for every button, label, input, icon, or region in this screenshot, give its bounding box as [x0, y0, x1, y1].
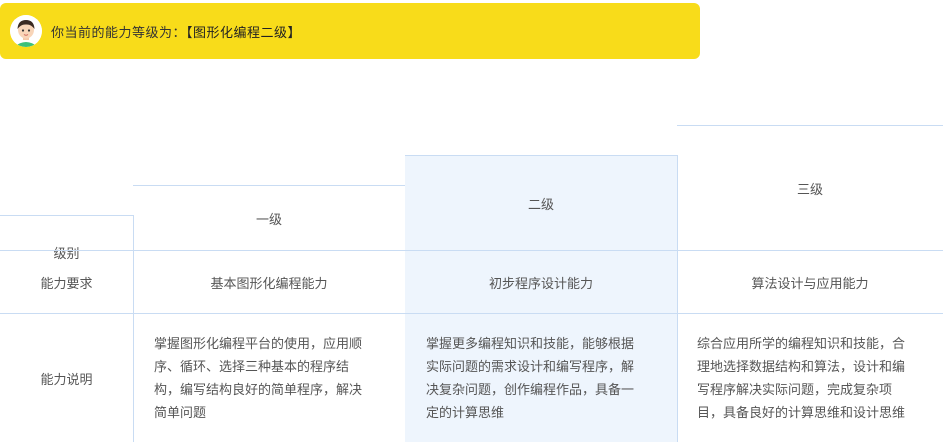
column-header-label: 三级: [796, 183, 823, 198]
current-level: 【图形化编程二级】: [186, 25, 302, 41]
description-line: 构，编写结构良好的简单程序，解决: [154, 383, 363, 398]
description-line: 定的计算思维: [426, 406, 505, 421]
column-header-label: 二级: [527, 198, 554, 213]
requirement-level-3: 算法设计与应用能力: [677, 250, 943, 314]
level-banner: 你当前的能力等级为：【图形化编程二级】: [0, 3, 700, 59]
requirement-text: 初步程序设计能力: [488, 277, 593, 292]
column-header-level-2: 二级: [405, 155, 678, 251]
description-line: 写程序解决实际问题，完成复杂项: [697, 383, 893, 398]
banner-label: 你当前的能力等级为：: [51, 25, 187, 41]
header-label-cell: 级别: [0, 215, 134, 262]
requirement-text: 基本图形化编程能力: [210, 277, 328, 292]
column-header-level-3: 三级: [677, 125, 943, 251]
requirement-text: 算法设计与应用能力: [751, 277, 869, 292]
row-label-requirement: 能力要求: [0, 250, 134, 314]
requirement-level-2: 初步程序设计能力: [405, 250, 678, 314]
avatar-icon: [10, 15, 42, 47]
column-header-label: 一级: [255, 213, 282, 228]
description-line: 决复杂问题，创作编程作品，具备一: [426, 383, 635, 398]
requirement-level-1: 基本图形化编程能力: [133, 250, 406, 314]
description-line: 掌握图形化编程平台的使用，应用顺: [154, 337, 363, 352]
banner-message: 你当前的能力等级为：【图形化编程二级】: [51, 22, 301, 41]
row-label: 能力说明: [40, 372, 93, 388]
description-line: 实际问题的需求设计和编写程序，解: [426, 360, 635, 375]
description-line: 序、循环、选择三种基本的程序结: [154, 360, 350, 375]
column-header-level-1: 一级: [133, 185, 406, 251]
description-line: 简单问题: [154, 406, 207, 421]
description-line: 理地选择数据结构和算法，设计和编: [697, 360, 906, 375]
description-line: 掌握更多编程知识和技能，能够根据: [426, 337, 635, 352]
description-text-level-1: 掌握图形化编程平台的使用，应用顺 序、循环、选择三种基本的程序结 构，编写结构良…: [154, 333, 362, 425]
row-label-description: 能力说明: [0, 313, 134, 442]
description-text-level-2: 掌握更多编程知识和技能，能够根据 实际问题的需求设计和编写程序，解 决复杂问题，…: [426, 333, 634, 425]
description-line: 综合应用所学的编程知识和技能，合: [697, 337, 906, 352]
description-text-level-3: 综合应用所学的编程知识和技能，合 理地选择数据结构和算法，设计和编 写程序解决实…: [697, 333, 905, 425]
description-line: 目，具备良好的计算思维和设计思维: [697, 406, 906, 421]
row-label: 能力要求: [40, 277, 93, 292]
